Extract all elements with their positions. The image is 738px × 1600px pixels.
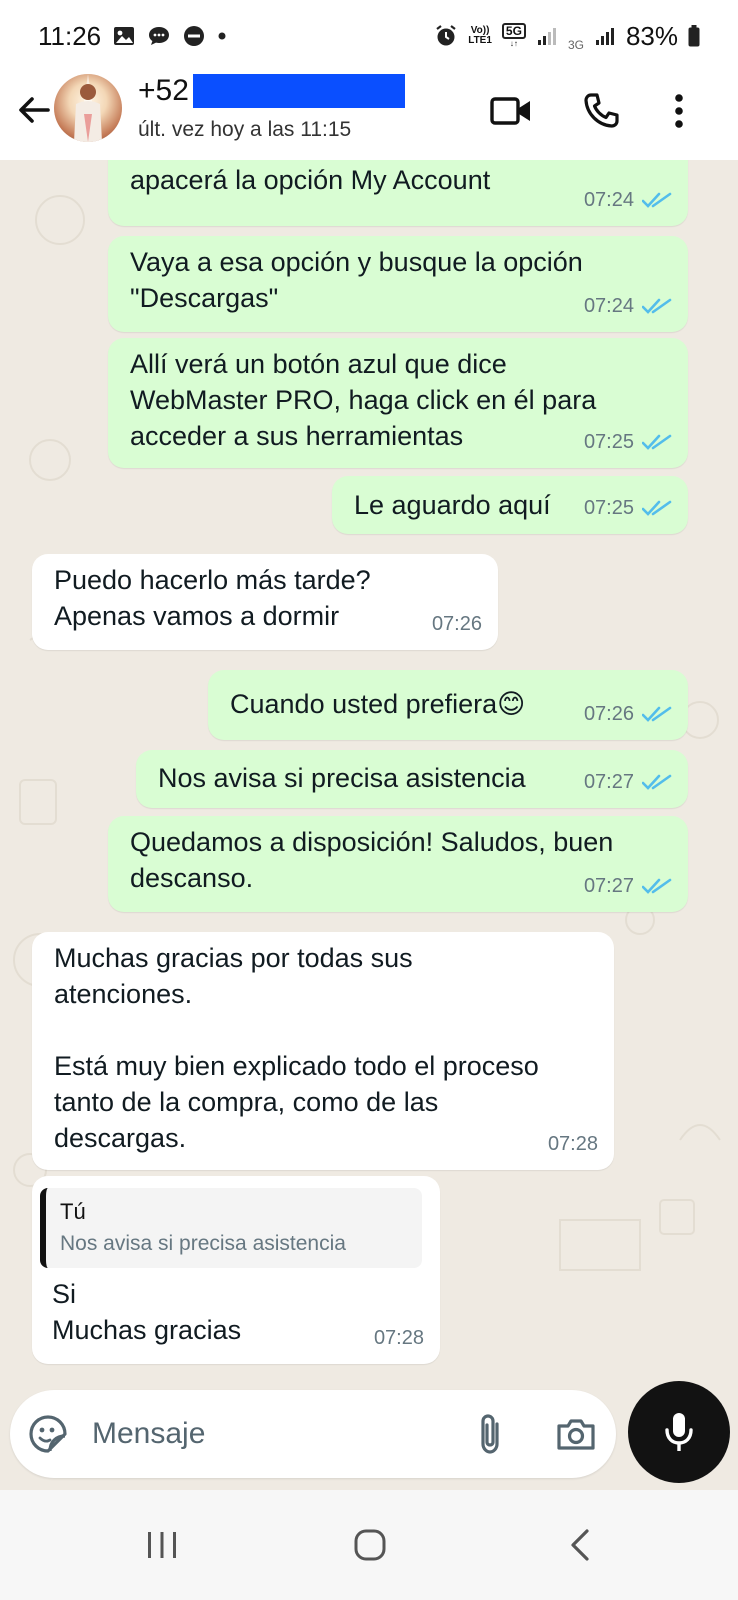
message-bubble-outgoing[interactable]: Cuando usted prefiera😊 07:26 — [208, 670, 688, 740]
data-arrows: ↓↑ — [509, 39, 518, 48]
status-time: 11:26 — [38, 20, 102, 51]
message-meta: 07:27 — [584, 868, 672, 904]
battery-percent: 83% — [625, 20, 678, 51]
double-check-icon — [642, 500, 672, 516]
phone-icon[interactable] — [578, 88, 624, 134]
message-time: 07:28 — [373, 1327, 424, 1349]
sticker-icon[interactable] — [24, 1410, 72, 1458]
message-bubble-outgoing[interactable]: Le aguardo aquí 07:25 — [332, 476, 688, 534]
message-bubble-incoming-reply[interactable]: Tú Nos avisa si precisa asistencia Si Mu… — [32, 1176, 440, 1364]
double-check-icon — [642, 706, 672, 722]
message-time: 07:25 — [583, 497, 634, 519]
message-bubble-outgoing[interactable]: Vaya a esa opción y busque la opción "De… — [108, 236, 688, 332]
home-icon[interactable] — [340, 1520, 400, 1570]
last-seen: últ. vez hoy a las 11:15 — [138, 118, 352, 141]
chat-header: +52 últ. vez hoy a las 11:15 — [0, 72, 738, 160]
message-bubble-incoming[interactable]: Puedo hacerlo más tarde? Apenas vamos a … — [32, 554, 498, 650]
message-composer — [0, 1380, 738, 1490]
message-bubble-outgoing[interactable]: Allí verá un botón azul que dice WebMast… — [108, 338, 688, 468]
volte-indicator: Vo)) LTE1 — [468, 25, 492, 46]
double-check-icon — [642, 434, 672, 450]
double-check-icon — [642, 192, 672, 208]
gallery-icon — [113, 25, 135, 47]
quoted-author: Tú — [60, 1199, 86, 1224]
contact-name[interactable]: +52 — [138, 74, 405, 108]
message-time: 07:28 — [547, 1133, 598, 1155]
back-arrow-icon[interactable] — [14, 90, 54, 130]
message-time: 07:27 — [583, 771, 634, 793]
chat-bubble-icon — [147, 25, 171, 47]
message-time: 07:27 — [583, 875, 634, 897]
message-time: 07:24 — [583, 189, 634, 211]
do-not-disturb-icon — [183, 25, 205, 47]
quoted-text: Nos avisa si precisa asistencia — [60, 1232, 346, 1255]
double-check-icon — [642, 878, 672, 894]
double-check-icon — [642, 774, 672, 790]
video-call-icon[interactable] — [488, 88, 534, 134]
signal-icon — [536, 26, 558, 46]
message-bubble-outgoing[interactable]: Nos avisa si precisa asistencia 07:27 — [136, 750, 688, 808]
mic-icon[interactable] — [628, 1381, 730, 1483]
message-bubble-outgoing[interactable]: Quedamos a disposición! Saludos, buen de… — [108, 816, 688, 912]
message-bubble-outgoing[interactable]: Una vez que inicie sesión en el menú apa… — [108, 160, 688, 226]
message-time: 07:26 — [583, 703, 634, 725]
system-nav-bar — [0, 1490, 738, 1600]
message-meta: 07:24 — [584, 288, 672, 324]
message-meta: 07:27 — [584, 764, 672, 800]
message-meta: 07:25 — [584, 424, 672, 460]
message-meta: 07:26 — [584, 696, 672, 732]
message-meta: 07:24 — [584, 182, 672, 218]
back-icon[interactable] — [550, 1520, 610, 1570]
dot-icon — [217, 31, 227, 41]
message-bubble-incoming[interactable]: Muchas gracias por todas sus atenciones.… — [32, 932, 614, 1170]
double-check-icon — [642, 298, 672, 314]
alarm-icon — [434, 24, 458, 48]
message-time: 07:25 — [583, 431, 634, 453]
chat-area[interactable]: Una vez que inicie sesión en el menú apa… — [0, 160, 738, 1380]
status-bar: 11:26 Vo)) LTE1 5G ↓↑ 3G 83% — [0, 0, 738, 72]
message-text: Puedo hacerlo más tarde? Apenas vamos a … — [54, 565, 371, 631]
battery-icon — [688, 25, 700, 47]
avatar[interactable] — [54, 74, 122, 142]
5g-badge: 5G ↓↑ — [501, 23, 526, 49]
message-text: Muchas gracias por todas sus atenciones.… — [54, 943, 539, 1153]
redaction-bar — [192, 74, 405, 108]
message-time: 07:24 — [583, 295, 634, 317]
recents-icon[interactable] — [132, 1520, 192, 1570]
message-meta: 07:28 — [548, 1126, 598, 1162]
camera-icon[interactable] — [552, 1410, 600, 1458]
more-vert-icon[interactable] — [656, 88, 702, 134]
message-input-container[interactable] — [10, 1390, 616, 1478]
attach-icon[interactable] — [466, 1410, 514, 1458]
message-meta: 07:28 — [374, 1320, 424, 1356]
message-meta: 07:25 — [584, 490, 672, 526]
quoted-message[interactable]: Tú Nos avisa si precisa asistencia — [40, 1188, 422, 1268]
message-meta: 07:26 — [432, 606, 482, 642]
3g-label: 3G — [567, 38, 584, 52]
signal-icon — [594, 26, 616, 46]
message-input[interactable] — [92, 1408, 462, 1460]
message-time: 07:26 — [431, 613, 482, 635]
